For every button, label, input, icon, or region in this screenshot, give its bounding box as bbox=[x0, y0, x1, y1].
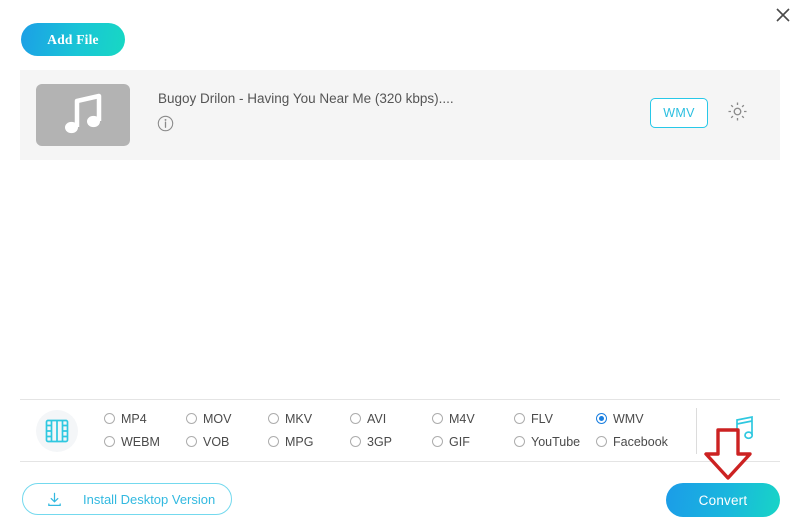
file-settings-button[interactable] bbox=[726, 100, 750, 124]
format-option-mp4[interactable]: MP4 bbox=[104, 412, 186, 426]
format-option-mov[interactable]: MOV bbox=[186, 412, 268, 426]
radio-icon[interactable] bbox=[186, 413, 197, 424]
file-output-format-label: WMV bbox=[663, 106, 694, 120]
radio-icon[interactable] bbox=[596, 436, 607, 447]
radio-icon[interactable] bbox=[350, 436, 361, 447]
video-category-button[interactable] bbox=[36, 410, 78, 452]
film-strip-icon bbox=[44, 418, 70, 444]
radio-icon[interactable] bbox=[350, 413, 361, 424]
format-option-label: FLV bbox=[531, 412, 553, 426]
radio-icon[interactable] bbox=[186, 436, 197, 447]
file-list-item[interactable]: Bugoy Drilon - Having You Near Me (320 k… bbox=[20, 70, 780, 160]
radio-icon[interactable] bbox=[596, 413, 607, 424]
format-option-label: VOB bbox=[203, 435, 229, 449]
radio-icon[interactable] bbox=[514, 436, 525, 447]
format-option-gif[interactable]: GIF bbox=[432, 435, 514, 449]
format-option-label: GIF bbox=[449, 435, 470, 449]
download-icon bbox=[45, 490, 63, 508]
format-option-label: AVI bbox=[367, 412, 386, 426]
output-format-bar: MP4 MOV MKV AVI M4V FLV WMV WEBM VOB MPG 3GP GIF You… bbox=[20, 399, 780, 462]
format-option-label: 3GP bbox=[367, 435, 392, 449]
close-icon bbox=[775, 7, 791, 23]
info-circle-icon bbox=[157, 115, 174, 132]
format-option-avi[interactable]: AVI bbox=[350, 412, 432, 426]
format-option-facebook[interactable]: Facebook bbox=[596, 435, 678, 449]
radio-icon[interactable] bbox=[104, 413, 115, 424]
install-desktop-version-button[interactable]: Install Desktop Version bbox=[22, 483, 232, 515]
convert-label: Convert bbox=[699, 493, 748, 508]
convert-button[interactable]: Convert bbox=[666, 483, 780, 517]
format-option-label: WEBM bbox=[121, 435, 160, 449]
format-option-m4v[interactable]: M4V bbox=[432, 412, 514, 426]
close-window-button[interactable] bbox=[770, 2, 796, 28]
format-option-label: YouTube bbox=[531, 435, 580, 449]
format-option-label: WMV bbox=[613, 412, 644, 426]
add-file-label: Add File bbox=[47, 32, 98, 48]
format-radio-group: MP4 MOV MKV AVI M4V FLV WMV WEBM VOB MPG 3GP GIF You… bbox=[104, 407, 684, 453]
install-desktop-version-label: Install Desktop Version bbox=[83, 492, 215, 507]
radio-icon[interactable] bbox=[432, 413, 443, 424]
format-option-mpg[interactable]: MPG bbox=[268, 435, 350, 449]
video-converter-window: Add File Bugoy Drilon - Having You Near … bbox=[0, 0, 800, 529]
format-option-3gp[interactable]: 3GP bbox=[350, 435, 432, 449]
file-list-panel: Bugoy Drilon - Having You Near Me (320 k… bbox=[20, 70, 780, 160]
format-option-vob[interactable]: VOB bbox=[186, 435, 268, 449]
audio-category-button[interactable] bbox=[720, 410, 762, 452]
format-option-label: Facebook bbox=[613, 435, 668, 449]
format-option-label: MOV bbox=[203, 412, 231, 426]
radio-icon[interactable] bbox=[514, 413, 525, 424]
format-option-label: MKV bbox=[285, 412, 312, 426]
format-option-flv[interactable]: FLV bbox=[514, 412, 596, 426]
format-option-label: MP4 bbox=[121, 412, 147, 426]
music-note-icon bbox=[57, 93, 109, 137]
music-note-icon bbox=[726, 415, 756, 447]
gear-icon bbox=[726, 100, 749, 123]
format-option-label: M4V bbox=[449, 412, 475, 426]
radio-icon[interactable] bbox=[268, 413, 279, 424]
file-title: Bugoy Drilon - Having You Near Me (320 k… bbox=[158, 91, 454, 106]
file-info-button[interactable] bbox=[157, 115, 175, 133]
format-option-youtube[interactable]: YouTube bbox=[514, 435, 596, 449]
radio-icon[interactable] bbox=[104, 436, 115, 447]
format-option-label: MPG bbox=[285, 435, 313, 449]
format-bar-divider bbox=[696, 408, 697, 454]
format-option-wmv[interactable]: WMV bbox=[596, 412, 678, 426]
format-option-webm[interactable]: WEBM bbox=[104, 435, 186, 449]
radio-icon[interactable] bbox=[432, 436, 443, 447]
format-option-mkv[interactable]: MKV bbox=[268, 412, 350, 426]
add-file-button[interactable]: Add File bbox=[21, 23, 125, 56]
radio-icon[interactable] bbox=[268, 436, 279, 447]
file-thumbnail bbox=[36, 84, 130, 146]
file-output-format-button[interactable]: WMV bbox=[650, 98, 708, 128]
